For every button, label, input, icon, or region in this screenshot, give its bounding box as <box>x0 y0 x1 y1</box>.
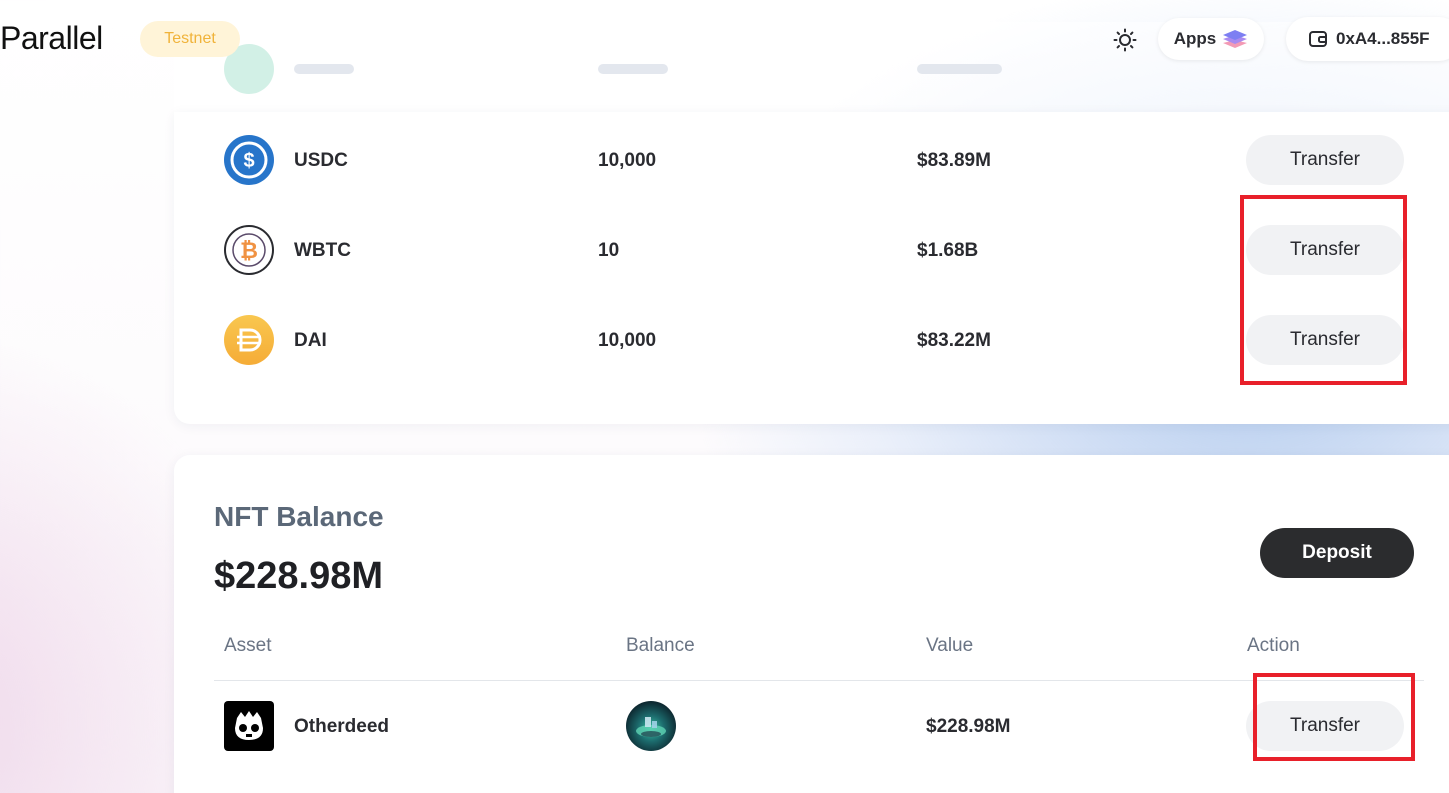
column-header-value: Value <box>926 635 974 656</box>
asset-value: $83.89M <box>917 150 991 171</box>
otherdeed-nft-thumbnail[interactable] <box>626 701 676 751</box>
svg-text:$: $ <box>243 150 254 172</box>
nft-balance-total: $228.98M <box>214 555 384 597</box>
highlight-box <box>1253 673 1415 761</box>
svg-text:₿: ₿ <box>240 238 258 263</box>
asset-balance: 10,000 <box>598 150 657 171</box>
usdc-icon: $ <box>224 135 274 185</box>
highlight-box <box>1240 195 1407 385</box>
asset-balance: 10 <box>598 240 620 261</box>
layers-icon <box>1223 30 1248 48</box>
column-header-action: Action <box>1247 635 1300 656</box>
apps-label: Apps <box>1173 29 1217 48</box>
asset-value: $228.98M <box>926 716 1011 737</box>
top-header: Parallel Testnet Apps 0xA4...855F <box>0 0 1449 80</box>
token-row-usdc: $ USDC 10,000 $83.89M Transfer <box>174 115 1449 205</box>
column-header-balance: Balance <box>626 635 695 656</box>
deposit-button[interactable]: Deposit <box>1260 528 1414 578</box>
apps-button[interactable]: Apps <box>1158 18 1264 60</box>
wallet-icon <box>1309 31 1327 47</box>
network-badge: Testnet <box>140 21 240 57</box>
asset-name: WBTC <box>294 240 351 261</box>
nft-balance-title: NFT Balance <box>214 501 384 532</box>
sun-icon <box>1113 28 1137 52</box>
transfer-button-usdc[interactable]: Transfer <box>1246 135 1404 185</box>
wallet-address: 0xA4...855F <box>1336 29 1430 48</box>
asset-value: $83.22M <box>917 330 991 351</box>
asset-balance: 10,000 <box>598 330 657 351</box>
dai-icon <box>224 315 274 365</box>
asset-name: Otherdeed <box>294 716 390 737</box>
wbtc-icon: ₿ <box>224 225 274 275</box>
column-header-asset: Asset <box>224 635 272 656</box>
asset-value: $1.68B <box>917 240 979 261</box>
asset-name: DAI <box>294 330 327 351</box>
otherdeed-logo <box>224 701 274 751</box>
parallel-logo[interactable]: Parallel <box>0 20 103 57</box>
theme-toggle-button[interactable] <box>1109 24 1141 56</box>
asset-name: USDC <box>294 150 348 171</box>
wallet-connect-button[interactable]: 0xA4...855F <box>1286 17 1449 61</box>
